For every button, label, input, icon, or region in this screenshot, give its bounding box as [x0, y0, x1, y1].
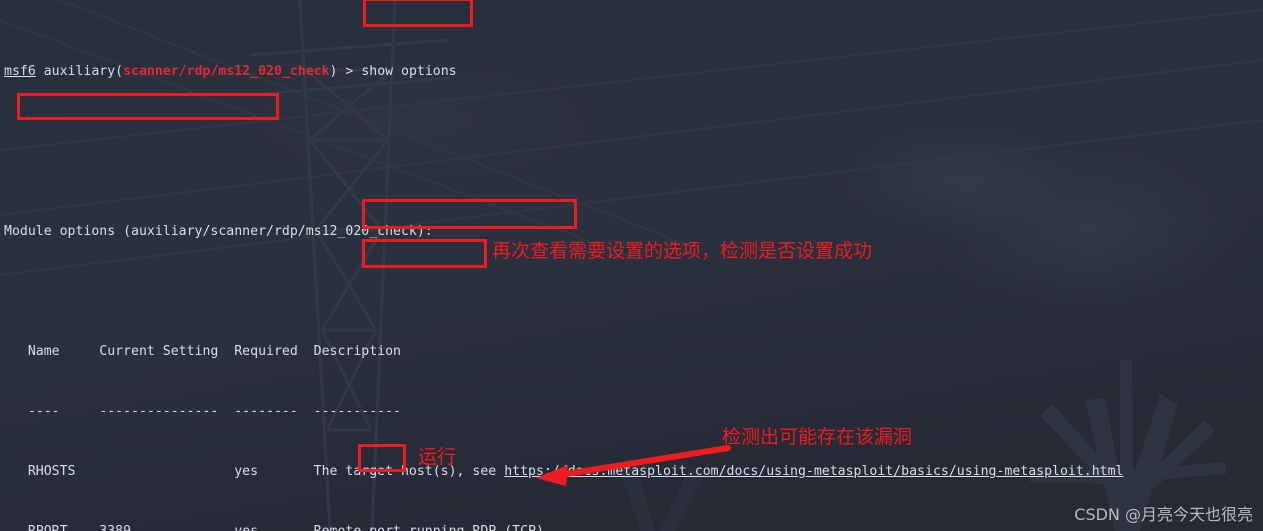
- terminal-output[interactable]: msf6 auxiliary(scanner/rdp/ms12_020_chec…: [0, 0, 1263, 531]
- annotation-show-options-note: 再次查看需要设置的选项，检测是否设置成功: [492, 240, 873, 262]
- command-show-options-1: show options: [361, 64, 457, 79]
- option-row-rhosts-1: RHOSTS yes The target host(s), see https…: [4, 462, 1263, 482]
- metasploit-docs-link-1[interactable]: https://docs.metasploit.com/docs/using-m…: [504, 464, 1123, 479]
- prompt-module-name: scanner/rdp/ms12_020_check: [123, 64, 330, 79]
- prompt-end: ) >: [329, 64, 362, 79]
- csdn-watermark: CSDN @月亮今天也很亮: [1074, 505, 1253, 524]
- terminal-line-prompt-show-options-1: msf6 auxiliary(scanner/rdp/ms12_020_chec…: [4, 62, 1263, 82]
- options-table-header-1: Name Current Setting Required Descriptio…: [4, 344, 401, 359]
- prompt-mid: auxiliary(: [35, 64, 124, 79]
- options-table-rule-1: ---- --------------- -------- ----------…: [4, 404, 401, 419]
- prompt-user: msf6: [4, 64, 36, 79]
- annotation-vulnerable-note: 检测出可能存在该漏洞: [722, 426, 913, 448]
- annotation-run-note: 运行: [418, 446, 457, 468]
- terminal-screenshot: msf6 auxiliary(scanner/rdp/ms12_020_chec…: [0, 0, 1263, 531]
- module-options-header-1: Module options (auxiliary/scanner/rdp/ms…: [4, 224, 433, 239]
